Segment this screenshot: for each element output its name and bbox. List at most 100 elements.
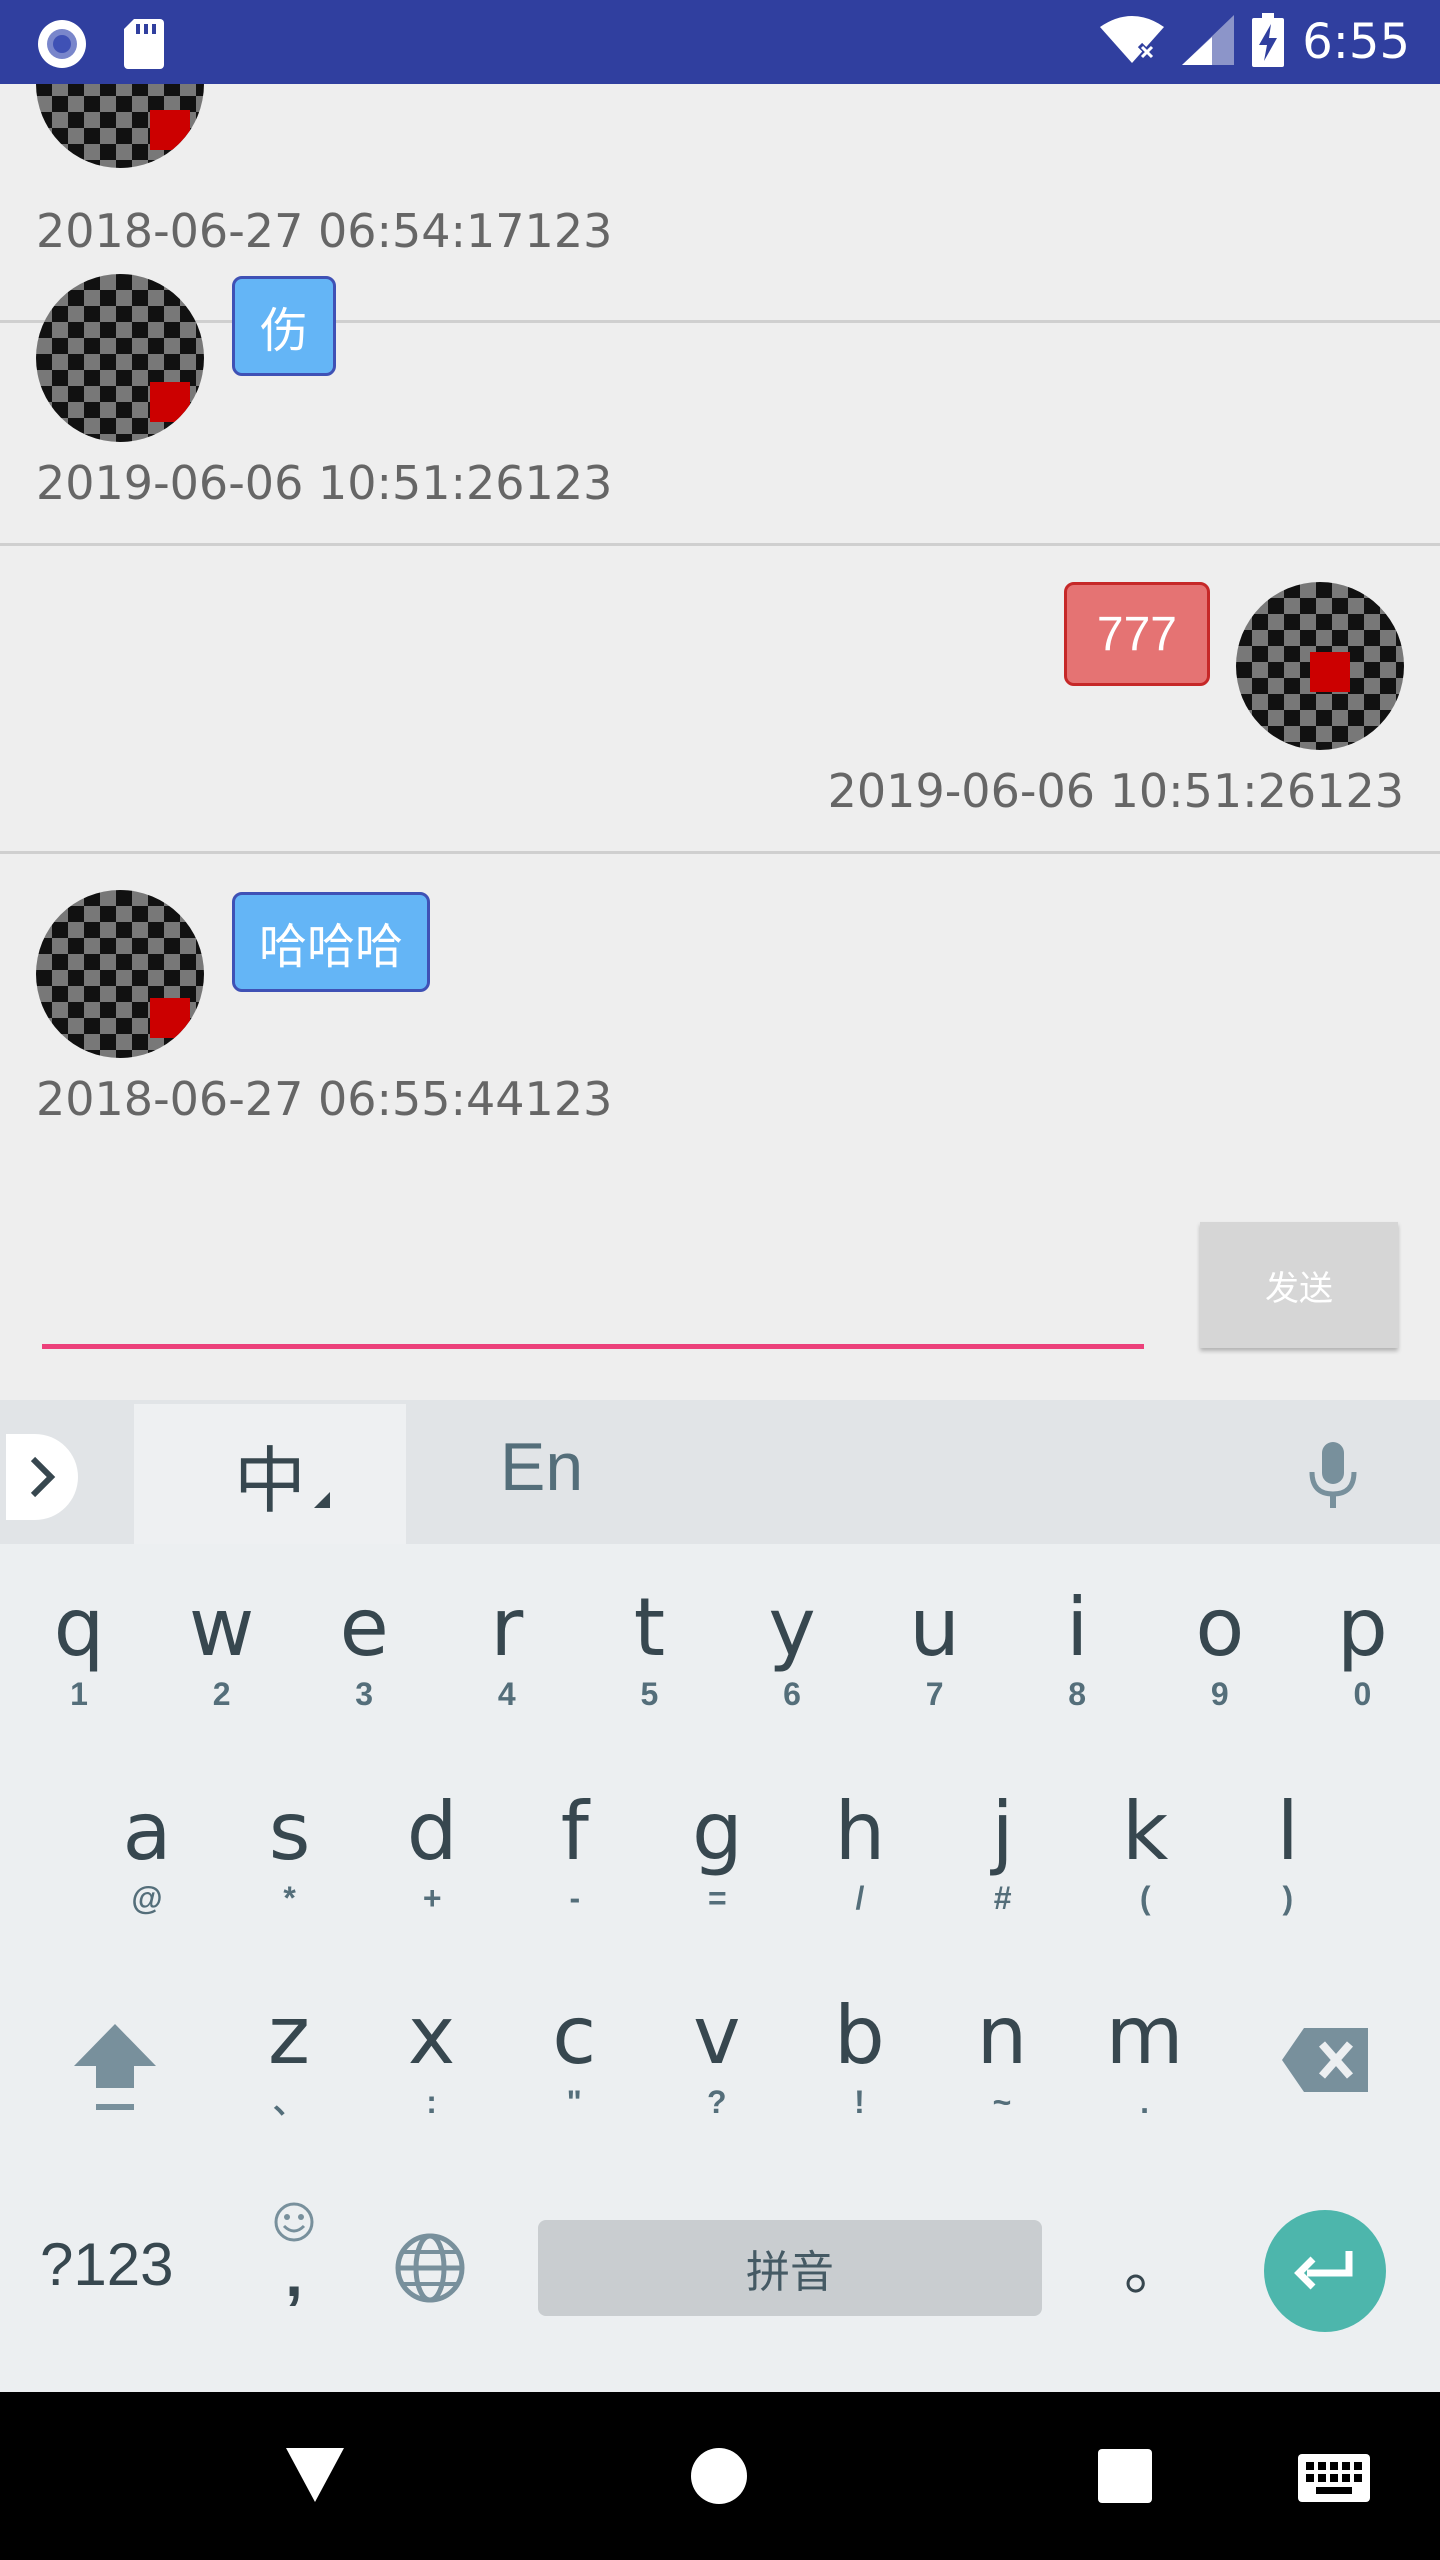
key-j[interactable]: j # (938, 1784, 1068, 1954)
sd-card-icon (124, 19, 164, 74)
chat-message: 伤 2019-06-06 10:51:26123 (0, 238, 1440, 546)
key-secondary-symbol: 7 (925, 1676, 944, 1712)
input-underline (42, 1344, 1144, 1349)
chinese-mode-tab[interactable]: 中 (134, 1404, 406, 1544)
message-timestamp: 2019-06-06 10:51:26123 (36, 456, 613, 510)
key-b[interactable]: b! (794, 1988, 924, 2158)
key-c[interactable]: c " (509, 1988, 639, 2158)
back-icon[interactable] (286, 2448, 344, 2507)
key-o[interactable]: o9 (1155, 1580, 1285, 1750)
key-q[interactable]: q1 (14, 1580, 144, 1750)
key-h[interactable]: h / (795, 1784, 925, 1954)
key-secondary-symbol: ! (854, 2084, 865, 2120)
key-s[interactable]: s * (225, 1784, 355, 1954)
enter-key[interactable] (1264, 2210, 1386, 2332)
chat-message: 777 2019-06-06 10:51:26123 (0, 546, 1440, 854)
avatar[interactable] (36, 890, 204, 1058)
incoming-message-bubble[interactable]: 哈哈哈 (232, 892, 431, 992)
key-secondary-symbol: * (283, 1880, 296, 1916)
key-letter: j (991, 1785, 1014, 1878)
key-secondary-symbol: = (708, 1880, 727, 1916)
key-secondary-symbol: ) (1282, 1880, 1294, 1916)
key-letter: g (692, 1785, 743, 1878)
comma-key[interactable]: , (254, 2200, 334, 2310)
message-timestamp: 2019-06-06 10:51:26123 (827, 764, 1404, 818)
key-v[interactable]: v? (652, 1988, 782, 2158)
battery-charging-icon (1252, 12, 1285, 72)
microphone-icon[interactable] (1306, 1442, 1360, 1515)
key-secondary-symbol: ? (707, 2084, 727, 2120)
recents-icon[interactable] (1098, 2449, 1152, 2508)
space-key[interactable]: 拼音 (538, 2220, 1042, 2316)
key-p[interactable]: p0 (1297, 1580, 1427, 1750)
key-letter: x (407, 1989, 456, 2082)
chat-list[interactable]: 2018-06-27 06:54:17123 伤 2019-06-06 10:5… (0, 84, 1440, 1400)
key-y[interactable]: y6 (727, 1580, 857, 1750)
globe-icon[interactable] (394, 2232, 466, 2309)
key-secondary-symbol: 0 (1353, 1676, 1372, 1712)
shift-key[interactable] (50, 2018, 180, 2188)
key-letter: w (188, 1581, 255, 1674)
key-secondary-symbol: ~ (992, 2084, 1012, 2120)
key-secondary-symbol: 2 (212, 1676, 231, 1712)
key-m[interactable]: m. (1080, 1988, 1210, 2158)
chevron-right-icon (30, 1456, 56, 1498)
key-secondary-symbol: # (993, 1880, 1012, 1916)
english-mode-tab[interactable]: En (500, 1428, 583, 1506)
key-a[interactable]: a @ (82, 1784, 212, 1954)
key-n[interactable]: n ~ (937, 1988, 1067, 2158)
incoming-message-bubble[interactable]: 伤 (232, 276, 336, 376)
key-w[interactable]: w2 (157, 1580, 287, 1750)
key-letter: y (768, 1581, 816, 1674)
keyboard-switch-icon[interactable] (1298, 2454, 1370, 2507)
outgoing-message-bubble[interactable]: 777 (1063, 582, 1210, 686)
key-secondary-symbol: ( (1139, 1880, 1151, 1916)
period-key[interactable]: 。 (1124, 2220, 1184, 2307)
key-g[interactable]: g = (652, 1784, 782, 1954)
chinese-mode-label: 中 (233, 1438, 306, 1523)
key-secondary-symbol: 9 (1210, 1676, 1229, 1712)
backspace-key[interactable] (1262, 2028, 1392, 2198)
key-letter: d (406, 1785, 458, 1878)
home-icon[interactable] (690, 2447, 748, 2510)
status-bar: 6:55 (0, 0, 1440, 84)
key-f[interactable]: f- (510, 1784, 640, 1954)
key-e[interactable]: e3 (299, 1580, 429, 1750)
key-letter: r (490, 1581, 524, 1674)
key-secondary-symbol: + (422, 1880, 442, 1916)
symbols-key[interactable]: ?123 (40, 2230, 173, 2299)
expand-toolbar-button[interactable] (6, 1434, 78, 1520)
key-t[interactable]: t5 (584, 1580, 714, 1750)
key-secondary-symbol: 5 (640, 1676, 659, 1712)
key-letter: t (633, 1581, 666, 1674)
shift-icon (74, 2024, 156, 2110)
key-z[interactable]: z、 (224, 1988, 354, 2158)
key-secondary-symbol: : (426, 2084, 437, 2120)
avatar[interactable] (1236, 582, 1404, 750)
status-time: 6:55 (1302, 14, 1410, 70)
key-u[interactable]: u7 (870, 1580, 1000, 1750)
avatar[interactable] (36, 84, 204, 168)
key-letter: f (560, 1785, 589, 1878)
key-letter: e (339, 1581, 389, 1674)
key-secondary-symbol: " (566, 2084, 582, 2120)
key-letter: c (552, 1989, 597, 2082)
avatar[interactable] (36, 274, 204, 442)
navigation-bar (0, 2392, 1440, 2560)
key-x[interactable]: x: (367, 1988, 497, 2158)
key-letter: z (268, 1989, 310, 2082)
key-l[interactable]: l) (1223, 1784, 1353, 1954)
key-d[interactable]: d + (367, 1784, 497, 1954)
key-secondary-symbol: 、 (272, 2084, 305, 2120)
key-i[interactable]: i8 (1012, 1580, 1142, 1750)
key-letter: p (1337, 1581, 1388, 1674)
key-r[interactable]: r4 (442, 1580, 572, 1750)
key-letter: h (834, 1785, 886, 1878)
key-k[interactable]: k( (1080, 1784, 1210, 1954)
message-input[interactable] (42, 1240, 1148, 1342)
message-timestamp: 2018-06-27 06:55:44123 (36, 1072, 613, 1126)
keyboard-toolbar: 中 En (0, 1400, 1440, 1544)
send-button[interactable]: 发送 (1200, 1222, 1398, 1348)
key-secondary-symbol: 3 (355, 1676, 374, 1712)
comma-label: , (285, 2238, 303, 2310)
